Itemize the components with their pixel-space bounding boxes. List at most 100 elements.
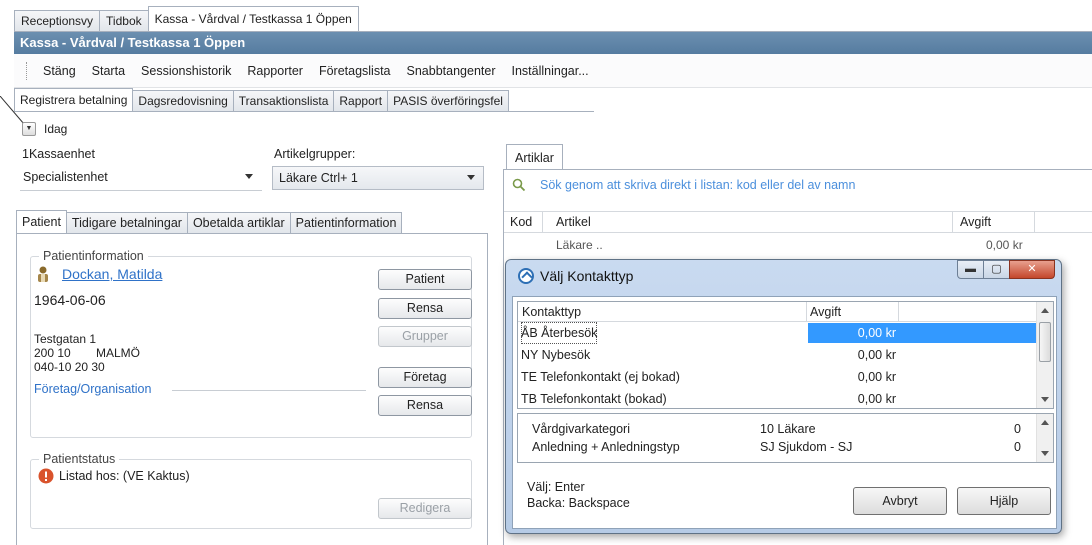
divider <box>1034 211 1035 233</box>
dialog-body: Kontakttyp Avgift ÅB Återbesök 0,00 kr N… <box>512 296 1057 529</box>
info-label: Vårdgivarkategori <box>532 422 630 436</box>
col-avgift[interactable]: Avgift <box>960 215 991 229</box>
divider <box>806 302 807 322</box>
search-bar[interactable]: Sök genom att skriva direkt i listan: ko… <box>512 178 855 192</box>
artiklar-tab-bar: Artiklar <box>506 144 563 170</box>
scroll-down-icon[interactable] <box>1041 451 1049 456</box>
grupper-button[interactable]: Grupper <box>378 326 472 347</box>
menu-sessionshistorik[interactable]: Sessionshistorik <box>133 64 239 78</box>
col-artikel[interactable]: Artikel <box>556 215 591 229</box>
scroll-thumb[interactable] <box>1039 322 1051 362</box>
minimize-icon[interactable]: ▬ <box>957 260 984 279</box>
divider <box>952 211 953 233</box>
divider <box>898 302 899 322</box>
menu-snabbtangenter[interactable]: Snabbtangenter <box>399 64 504 78</box>
app-icon <box>518 268 534 284</box>
tab-obetalda-artiklar[interactable]: Obetalda artiklar <box>186 212 291 234</box>
kontakttyp-avgift: 0,00 kr <box>857 348 896 362</box>
tab-registrera-betalning[interactable]: Registrera betalning <box>14 88 134 112</box>
hint-backspace: Backa: Backspace <box>527 496 630 510</box>
kontakttyp-list: Kontakttyp Avgift ÅB Återbesök 0,00 kr N… <box>517 301 1054 409</box>
artiklar-table-header: Kod Artikel Avgift <box>504 211 1092 233</box>
divider <box>20 190 262 191</box>
tab-patient[interactable]: Patient <box>16 210 67 234</box>
patient-tab-bar: Patient Tidigare betalningar Obetalda ar… <box>16 210 403 234</box>
tab-tidbok[interactable]: Tidbok <box>99 10 149 32</box>
artikelgrupper-label: Artikelgrupper: <box>274 147 356 161</box>
info-value: 10 Läkare <box>760 422 816 436</box>
scroll-up-icon[interactable] <box>1041 308 1049 313</box>
col-avgift[interactable]: Avgift <box>810 305 841 319</box>
scroll-up-icon[interactable] <box>1041 420 1049 425</box>
date-label: Idag <box>44 122 68 136</box>
chevron-down-icon[interactable]: ▼ <box>22 122 36 136</box>
window-title: Kassa - Vårdval / Testkassa 1 Öppen <box>14 32 1092 54</box>
patient-phone: 040-10 20 30 <box>34 360 105 374</box>
kontakttyp-name: TB Telefonkontakt (bokad) <box>521 392 667 406</box>
tab-receptionsvy[interactable]: Receptionsvy <box>14 10 101 32</box>
kontakttyp-name: ÅB Återbesök <box>521 322 598 344</box>
top-tab-bar: Receptionsvy Tidbok Kassa - Vårdval / Te… <box>14 6 359 32</box>
person-icon <box>38 266 48 282</box>
tab-patientinformation[interactable]: Patientinformation <box>289 212 403 234</box>
rensa-foretag-button[interactable]: Rensa <box>378 395 472 416</box>
tab-dagsredovisning[interactable]: Dagsredovisning <box>132 90 234 112</box>
divider <box>172 390 366 391</box>
kontakttyp-name: TE Telefonkontakt (ej bokad) <box>521 370 680 384</box>
divider <box>14 111 594 112</box>
col-kod[interactable]: Kod <box>510 215 532 229</box>
avgift-cell: 0,00 kr <box>986 238 1023 252</box>
info-box: Vårdgivarkategori 10 Läkare 0 Anledning … <box>517 413 1054 463</box>
kontakttyp-avgift: 0,00 kr <box>857 370 896 384</box>
group-title: Patientstatus <box>39 452 120 466</box>
info-scrollbar[interactable] <box>1036 414 1053 462</box>
list-item[interactable]: TE Telefonkontakt (ej bokad) 0,00 kr <box>518 366 1053 388</box>
info-label: Anledning + Anledningstyp <box>532 440 680 454</box>
artikelgrupper-value: Läkare Ctrl+ 1 <box>279 171 358 185</box>
col-kontakttyp[interactable]: Kontakttyp <box>522 305 581 319</box>
toolbar-grip[interactable] <box>26 61 29 80</box>
tab-transaktionslista[interactable]: Transaktionslista <box>232 90 335 112</box>
patient-name-link[interactable]: Dockan, Matilda <box>62 266 162 282</box>
info-value: SJ Sjukdom - SJ <box>760 440 853 454</box>
patient-button[interactable]: Patient <box>378 269 472 290</box>
list-item[interactable]: TB Telefonkontakt (bokad) 0,00 kr <box>518 388 1053 408</box>
warning-icon <box>38 468 54 484</box>
tab-kassa[interactable]: Kassa - Vårdval / Testkassa 1 Öppen <box>147 6 359 32</box>
menu-stang[interactable]: Stäng <box>35 64 84 78</box>
kontakttyp-avgift: 0,00 kr <box>857 392 896 406</box>
tab-tidigare-betalningar[interactable]: Tidigare betalningar <box>65 212 188 234</box>
date-selector: ▼ Idag <box>22 122 67 136</box>
redigera-button[interactable]: Redigera <box>378 498 472 519</box>
scroll-down-icon[interactable] <box>1041 397 1049 402</box>
group-title: Patientinformation <box>39 249 148 263</box>
avbryt-button[interactable]: Avbryt <box>853 487 947 515</box>
list-scrollbar[interactable] <box>1036 302 1053 408</box>
keyboard-hints: Välj: Enter Backa: Backspace <box>527 479 630 511</box>
dialog-titlebar: Välj Kontakttyp <box>518 268 633 284</box>
tab-pasis[interactable]: PASIS överföringsfel <box>387 90 509 112</box>
search-icon <box>512 178 526 192</box>
kontakttyp-avgift: 0,00 kr <box>857 326 896 340</box>
artikelgrupper-select[interactable]: Läkare Ctrl+ 1 <box>272 166 484 190</box>
artikel-cell[interactable]: Läkare .. <box>556 238 603 252</box>
patient-postal: 200 10 <box>34 346 71 360</box>
rensa-button[interactable]: Rensa <box>378 298 472 319</box>
window-controls: ▬ ▢ ✕ <box>957 260 1055 279</box>
menu-starta[interactable]: Starta <box>84 64 133 78</box>
foretag-button[interactable]: Företag <box>378 367 472 388</box>
menu-installningar[interactable]: Inställningar... <box>503 64 596 78</box>
patient-street: Testgatan 1 <box>34 332 97 346</box>
maximize-icon[interactable]: ▢ <box>983 260 1010 279</box>
tab-rapport[interactable]: Rapport <box>333 90 389 112</box>
close-icon[interactable]: ✕ <box>1009 260 1055 279</box>
kontakttyp-name: NY Nybesök <box>521 348 591 362</box>
menu-rapporter[interactable]: Rapporter <box>239 64 311 78</box>
list-item[interactable]: ÅB Återbesök 0,00 kr <box>518 322 1053 344</box>
menu-foretagslista[interactable]: Företagslista <box>311 64 399 78</box>
chevron-down-icon <box>467 175 475 180</box>
list-item[interactable]: NY Nybesök 0,00 kr <box>518 344 1053 366</box>
tab-artiklar[interactable]: Artiklar <box>506 144 563 170</box>
kassaenhet-select[interactable]: Specialistenhet <box>20 165 262 189</box>
hjalp-button[interactable]: Hjälp <box>957 487 1051 515</box>
